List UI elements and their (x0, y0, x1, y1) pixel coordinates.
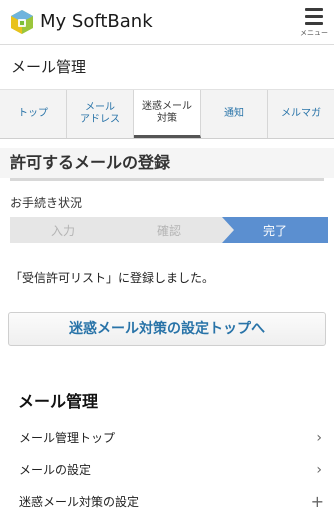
step-label: 完了 (262, 223, 287, 238)
hamburger-icon (305, 8, 323, 25)
step-arrow-1 (116, 217, 128, 243)
plus-icon: + (310, 492, 324, 511)
step-label: 確認 (156, 223, 181, 238)
tab-mail-address[interactable]: メール アドレス (67, 90, 134, 138)
tab-label: メール アドレス (80, 102, 120, 125)
section-title: メール管理 (0, 45, 334, 90)
softbank-logo-icon[interactable] (9, 9, 35, 35)
chevron-right-icon: › (316, 430, 322, 446)
page-title: 許可するメールの登録 (0, 148, 334, 178)
menu-button[interactable]: メニュー (300, 4, 328, 40)
step-input: 入力 (10, 217, 116, 243)
nav-item-mail-settings[interactable]: メールの設定 › (0, 454, 334, 486)
tab-notification[interactable]: 通知 (201, 90, 268, 138)
completion-message: 「受信許可リスト」に登録しました。 (10, 271, 215, 285)
step-arrow-2 (222, 217, 234, 243)
tab-mail-magazine[interactable]: メルマガ (268, 90, 334, 138)
nav-heading: メール管理 (18, 392, 99, 411)
tab-top[interactable]: トップ (0, 90, 67, 138)
app-header: My SoftBank メニュー (0, 0, 334, 45)
progress-steps: 入力 確認 完了 (10, 217, 328, 243)
nav-list: メール管理トップ › メールの設定 › 迷惑メール対策の設定 + (0, 422, 334, 518)
progress-label: お手続き状況 (10, 196, 83, 210)
tab-label: 迷惑メール 対策 (142, 100, 192, 124)
chevron-right-icon: › (316, 462, 322, 478)
nav-item-mail-management-top[interactable]: メール管理トップ › (0, 422, 334, 454)
tab-label: 通知 (224, 108, 244, 119)
nav-item-label: 迷惑メール対策の設定 (19, 495, 140, 509)
nav-item-label: メールの設定 (19, 463, 92, 477)
spam-settings-top-button[interactable]: 迷惑メール対策の設定トップへ (8, 312, 326, 346)
menu-label: メニュー (300, 29, 328, 37)
tab-spam-protection[interactable]: 迷惑メール 対策 (134, 90, 201, 138)
tab-label: トップ (18, 108, 48, 119)
nav-item-label: メール管理トップ (19, 431, 116, 445)
step-label: 入力 (50, 223, 75, 238)
step-confirm: 確認 (116, 217, 222, 243)
tab-label: メルマガ (281, 108, 321, 119)
mail-tabs: トップ メール アドレス 迷惑メール 対策 通知 メルマガ (0, 90, 334, 139)
nav-item-spam-settings[interactable]: 迷惑メール対策の設定 + (0, 486, 334, 518)
title-divider (10, 178, 324, 181)
step-complete: 完了 (222, 217, 328, 243)
brand-title[interactable]: My SoftBank (40, 11, 153, 32)
